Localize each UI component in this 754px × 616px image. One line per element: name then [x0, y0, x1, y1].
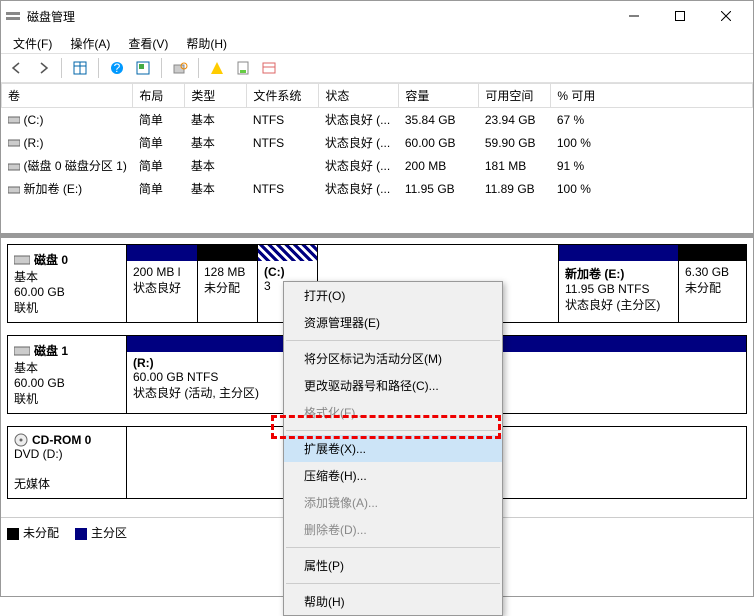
toolbar: ?	[1, 53, 753, 83]
col-fs[interactable]: 文件系统	[247, 84, 319, 108]
ctx-delete-volume: 删除卷(D)...	[284, 516, 502, 543]
disk-icon	[14, 345, 30, 357]
ctx-shrink-volume[interactable]: 压缩卷(H)...	[284, 462, 502, 489]
rescan-button[interactable]	[168, 56, 192, 80]
maximize-button[interactable]	[657, 1, 703, 31]
ctx-add-mirror: 添加镜像(A)...	[284, 489, 502, 516]
ctx-change-letter[interactable]: 更改驱动器号和路径(C)...	[284, 372, 502, 399]
title-bar: 磁盘管理	[1, 1, 753, 31]
volume-table[interactable]: 卷 布局 类型 文件系统 状态 容量 可用空间 % 可用 (C:)简单基本NTF…	[1, 83, 753, 238]
close-button[interactable]	[703, 1, 749, 31]
disk-0-header[interactable]: 磁盘 0 基本 60.00 GB 联机	[7, 244, 127, 323]
minimize-button[interactable]	[611, 1, 657, 31]
disk0-partition-e[interactable]: 新加卷 (E:)11.95 GB NTFS状态良好 (主分区)	[558, 245, 678, 322]
menu-bar: 文件(F) 操作(A) 查看(V) 帮助(H)	[1, 31, 753, 53]
menu-file[interactable]: 文件(F)	[5, 33, 60, 51]
disk0-partition-system[interactable]: 200 MB l状态良好	[127, 245, 197, 322]
cdrom-icon	[14, 433, 28, 447]
separator	[61, 58, 62, 78]
volume-icon	[8, 114, 20, 126]
action2-button[interactable]	[231, 56, 255, 80]
refresh-button[interactable]	[131, 56, 155, 80]
table-row[interactable]: (磁盘 0 磁盘分区 1)简单基本状态良好 (...200 MB181 MB91…	[2, 154, 753, 177]
col-layout[interactable]: 布局	[133, 84, 185, 108]
back-button[interactable]	[5, 56, 29, 80]
app-icon	[5, 8, 21, 24]
legend-primary-swatch	[75, 528, 87, 540]
menu-help[interactable]: 帮助(H)	[178, 33, 235, 51]
separator	[98, 58, 99, 78]
cdrom-header[interactable]: CD-ROM 0 DVD (D:)无媒体	[7, 426, 127, 499]
svg-text:?: ?	[114, 61, 121, 75]
view-list-button[interactable]	[68, 56, 92, 80]
ctx-help[interactable]: 帮助(H)	[284, 588, 502, 615]
ctx-explorer[interactable]: 资源管理器(E)	[284, 309, 502, 336]
context-menu: 打开(O) 资源管理器(E) 将分区标记为活动分区(M) 更改驱动器号和路径(C…	[283, 281, 503, 616]
separator	[161, 58, 162, 78]
disk-1-header[interactable]: 磁盘 1 基本60.00 GB联机	[7, 335, 127, 414]
col-volume[interactable]: 卷	[2, 84, 133, 108]
volume-icon	[8, 161, 20, 173]
ctx-mark-active[interactable]: 将分区标记为活动分区(M)	[284, 345, 502, 372]
disk0-partition-unalloc1[interactable]: 128 MB未分配	[197, 245, 257, 322]
col-type[interactable]: 类型	[185, 84, 247, 108]
col-status[interactable]: 状态	[319, 84, 399, 108]
legend-unalloc-swatch	[7, 528, 19, 540]
table-row[interactable]: (C:)简单基本NTFS状态良好 (...35.84 GB23.94 GB67 …	[2, 108, 753, 132]
forward-button[interactable]	[31, 56, 55, 80]
separator	[198, 58, 199, 78]
action1-button[interactable]	[205, 56, 229, 80]
ctx-extend-volume[interactable]: 扩展卷(X)...	[284, 435, 502, 462]
disk-icon	[14, 254, 30, 266]
disk0-partition-unalloc2[interactable]: 6.30 GB未分配	[678, 245, 746, 322]
col-capacity[interactable]: 容量	[399, 84, 479, 108]
help-button[interactable]: ?	[105, 56, 129, 80]
window-title: 磁盘管理	[27, 8, 611, 25]
volume-icon	[8, 137, 20, 149]
ctx-open[interactable]: 打开(O)	[284, 282, 502, 309]
ctx-properties[interactable]: 属性(P)	[284, 552, 502, 579]
table-row[interactable]: (R:)简单基本NTFS状态良好 (...60.00 GB59.90 GB100…	[2, 131, 753, 154]
menu-view[interactable]: 查看(V)	[120, 33, 176, 51]
table-row[interactable]: 新加卷 (E:)简单基本NTFS状态良好 (...11.95 GB11.89 G…	[2, 177, 753, 200]
action3-button[interactable]	[257, 56, 281, 80]
col-pct[interactable]: % 可用	[551, 84, 753, 108]
menu-action[interactable]: 操作(A)	[62, 33, 118, 51]
col-free[interactable]: 可用空间	[479, 84, 551, 108]
ctx-format: 格式化(F)...	[284, 399, 502, 426]
volume-icon	[8, 184, 20, 196]
